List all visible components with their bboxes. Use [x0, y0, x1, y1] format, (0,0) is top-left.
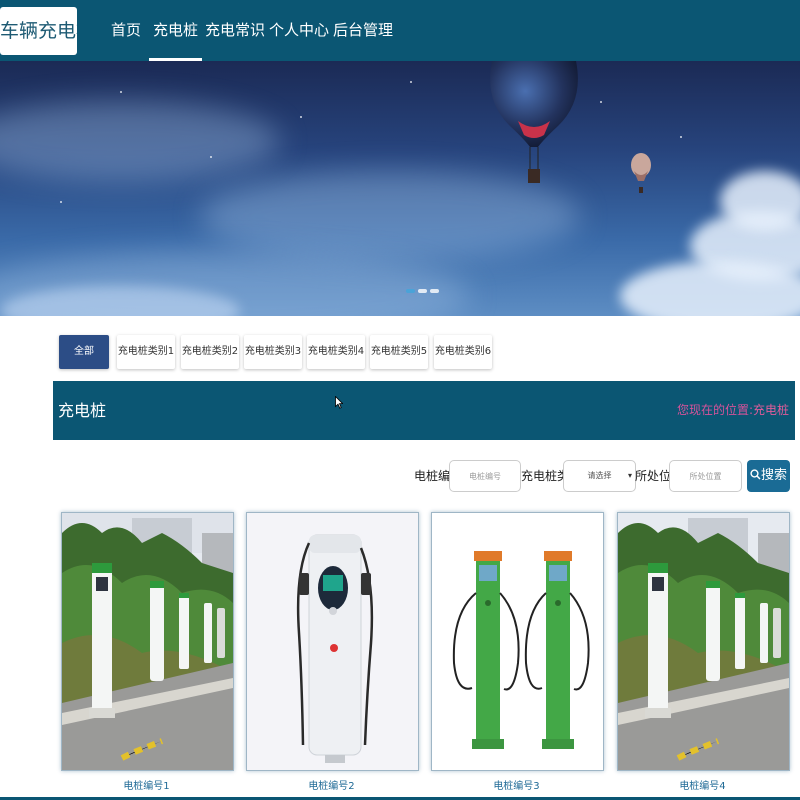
- breadcrumb: 您现在的位置:充电桩: [677, 381, 789, 440]
- section-header: 充电桩 您现在的位置:充电桩: [53, 381, 795, 440]
- product-name[interactable]: 电桩编号3: [431, 777, 602, 792]
- nav-item-charging-piles[interactable]: 充电桩: [148, 0, 203, 61]
- product-card[interactable]: [431, 512, 604, 771]
- search-icon: [750, 469, 761, 480]
- pile-number-input[interactable]: [449, 460, 521, 492]
- chevron-down-icon: ▾: [627, 471, 632, 480]
- category-tab-6[interactable]: 充电桩类别6: [434, 335, 492, 369]
- carousel-dot[interactable]: [430, 289, 439, 293]
- pile-category-selected: 请选择: [587, 471, 612, 480]
- category-tab-5[interactable]: 充电桩类别5: [370, 335, 428, 369]
- location-input[interactable]: [669, 460, 742, 492]
- product-image: [247, 513, 418, 770]
- small-balloon-image: [631, 153, 651, 193]
- product-image: [432, 513, 603, 770]
- product-card[interactable]: [246, 512, 419, 771]
- product-card[interactable]: [61, 512, 234, 771]
- nav-item-admin[interactable]: 后台管理: [333, 0, 393, 61]
- section-title: 充电桩: [58, 401, 107, 420]
- pile-category-select[interactable]: 请选择 ▾: [563, 460, 636, 492]
- category-tab-1[interactable]: 充电桩类别1: [117, 335, 175, 369]
- top-navbar: 车辆充电桩 首页 充电桩 充电常识 个人中心 后台管理: [0, 0, 800, 61]
- product-image: [62, 513, 233, 770]
- banner-carousel[interactable]: [0, 61, 800, 316]
- category-tab-4[interactable]: 充电桩类别4: [307, 335, 365, 369]
- mouse-cursor-icon: [335, 396, 343, 409]
- product-image: [618, 513, 789, 770]
- nav-item-home[interactable]: 首页: [111, 0, 141, 61]
- hot-air-balloon-image: [490, 61, 578, 183]
- site-logo[interactable]: 车辆充电桩: [0, 7, 77, 55]
- carousel-dot[interactable]: [406, 289, 415, 293]
- carousel-indicators: [406, 289, 439, 297]
- search-button[interactable]: 搜索: [747, 460, 790, 492]
- category-tab-all[interactable]: 全部: [59, 335, 109, 369]
- carousel-dot[interactable]: [418, 289, 427, 293]
- breadcrumb-current[interactable]: 充电桩: [753, 403, 789, 417]
- product-name[interactable]: 电桩编号4: [617, 777, 788, 792]
- product-name[interactable]: 电桩编号2: [246, 777, 417, 792]
- nav-item-charging-knowledge[interactable]: 充电常识: [205, 0, 265, 61]
- product-card[interactable]: [617, 512, 790, 771]
- search-button-label: 搜索: [760, 468, 787, 483]
- product-name[interactable]: 电桩编号1: [61, 777, 232, 792]
- category-tab-2[interactable]: 充电桩类别2: [181, 335, 239, 369]
- category-tab-3[interactable]: 充电桩类别3: [244, 335, 302, 369]
- nav-item-personal-center[interactable]: 个人中心: [269, 0, 329, 61]
- breadcrumb-label: 您现在的位置:: [676, 403, 753, 417]
